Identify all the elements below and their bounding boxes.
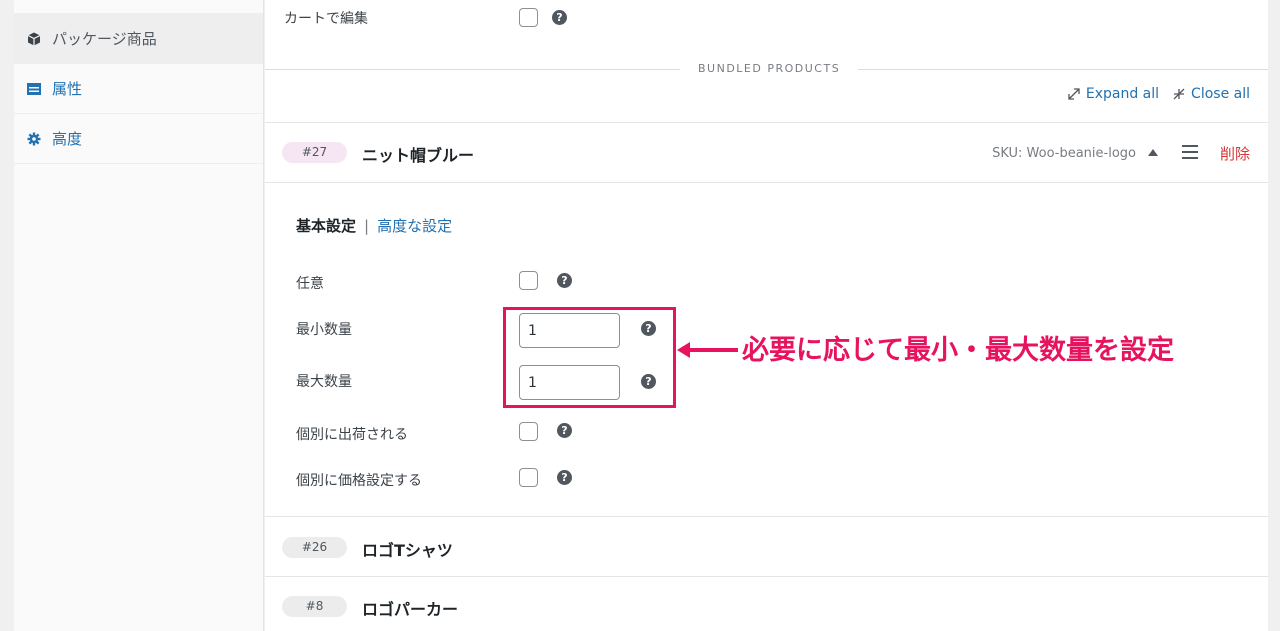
optional-label: 任意 <box>296 276 324 292</box>
price-individually-checkbox[interactable] <box>519 468 538 487</box>
help-icon[interactable]: ? <box>552 10 567 25</box>
item-id-badge: #27 <box>282 142 347 163</box>
bundled-products-heading: BUNDLED PRODUCTS <box>265 60 1268 80</box>
page-gutter <box>1268 0 1280 631</box>
min-quantity-label: 最小数量 <box>296 322 352 338</box>
ship-individually-checkbox[interactable] <box>519 422 538 441</box>
close-all-label: Close all <box>1191 86 1250 102</box>
expand-icon <box>1068 88 1080 100</box>
help-icon[interactable]: ? <box>557 423 572 438</box>
bundled-item-header[interactable]: #8 ロゴパーカー <box>265 577 1268 631</box>
collapse-icon <box>1173 88 1185 100</box>
tab-separator: | <box>364 217 370 235</box>
sidebar-item-label: 高度 <box>52 130 83 148</box>
edit-in-cart-label: カートで編集 <box>284 11 368 27</box>
collapse-toggle-icon[interactable] <box>1148 149 1158 156</box>
tab-basic-settings[interactable]: 基本設定 <box>296 217 356 235</box>
item-sku: SKU: Woo-beanie-logo <box>992 146 1136 161</box>
edit-in-cart-checkbox[interactable] <box>519 8 538 27</box>
item-id-badge: #26 <box>282 537 347 558</box>
ship-individually-label: 個別に出荷される <box>296 427 408 443</box>
item-title: ニット帽ブルー <box>362 146 475 165</box>
cube-icon <box>26 31 42 47</box>
expand-controls: Expand all Close all <box>1068 86 1250 102</box>
divider <box>265 182 1268 183</box>
annotation-arrow-line <box>688 348 738 352</box>
item-title: ロゴパーカー <box>362 600 459 619</box>
help-icon[interactable]: ? <box>557 273 572 288</box>
item-title: ロゴTシャツ <box>362 541 453 560</box>
item-id-badge: #8 <box>282 596 347 617</box>
sidebar-item-bundle[interactable]: パッケージ商品 <box>14 14 263 64</box>
expand-all-link[interactable]: Expand all <box>1068 86 1159 102</box>
list-icon <box>26 81 42 97</box>
bundle-panel: カートで編集 ? BUNDLED PRODUCTS Expand all Clo… <box>265 0 1268 631</box>
bundled-products-title: BUNDLED PRODUCTS <box>698 62 841 75</box>
expand-all-label: Expand all <box>1085 86 1160 102</box>
bundled-item-header[interactable]: #26 ロゴTシャツ <box>265 517 1268 575</box>
close-all-link[interactable]: Close all <box>1173 86 1250 102</box>
product-data-sidebar: パッケージ商品 属性 高度 <box>14 0 264 631</box>
sidebar-item-label: パッケージ商品 <box>52 30 157 48</box>
sidebar-item-advanced[interactable]: 高度 <box>14 114 263 164</box>
sidebar-item-label: 属性 <box>52 80 83 98</box>
highlight-box <box>503 307 676 408</box>
edit-in-cart-row: カートで編集 ? <box>265 0 1268 36</box>
sidebar-item-previous[interactable] <box>14 0 263 14</box>
delete-link[interactable]: 削除 <box>1220 143 1250 164</box>
price-individually-label: 個別に価格設定する <box>296 473 422 489</box>
sidebar-item-attributes[interactable]: 属性 <box>14 64 263 114</box>
tab-advanced-settings[interactable]: 高度な設定 <box>377 217 452 235</box>
bundled-item-header[interactable]: #27 ニット帽ブルー SKU: Woo-beanie-logo 削除 <box>265 123 1268 181</box>
item-settings-tabs: 基本設定 | 高度な設定 <box>296 215 452 236</box>
drag-handle-icon[interactable] <box>1182 145 1198 163</box>
max-quantity-label: 最大数量 <box>296 374 352 390</box>
optional-checkbox[interactable] <box>519 271 538 290</box>
gear-icon <box>26 131 42 147</box>
annotation-text: 必要に応じて最小・最大数量を設定 <box>742 335 1174 366</box>
help-icon[interactable]: ? <box>557 470 572 485</box>
